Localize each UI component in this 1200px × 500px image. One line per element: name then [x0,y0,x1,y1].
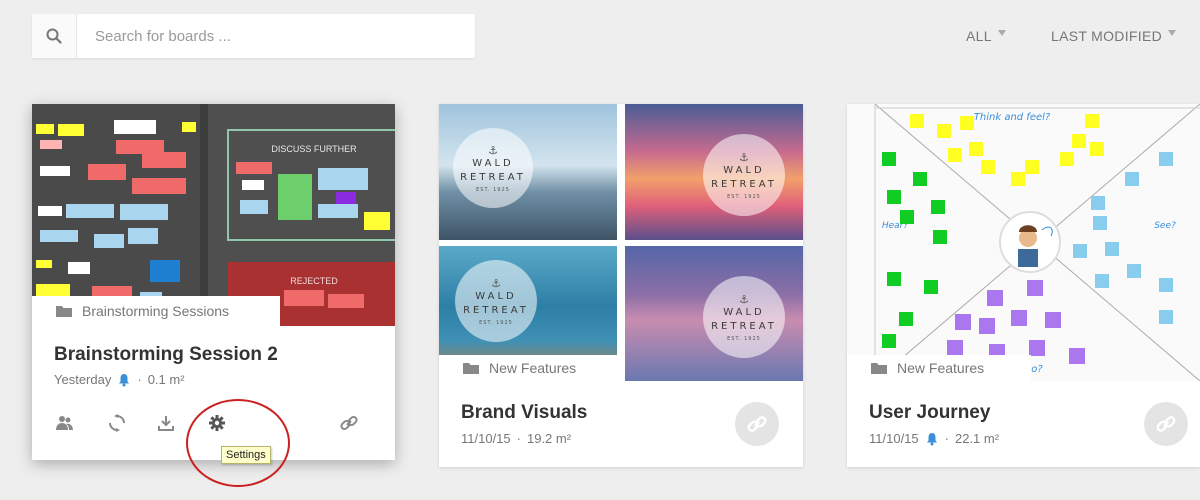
anchor-icon: ⚓ [739,150,749,164]
bell-icon[interactable] [117,373,131,387]
wald-retreat-badge: ⚓ WALD RETREAT EST. 1925 [455,260,537,342]
brainstorm-board-preview: DISCUSS FURTHER REJECTED [32,104,395,326]
search-input[interactable] [77,15,475,57]
link-icon [747,416,767,432]
gear-icon [209,415,225,431]
folder-icon [463,363,479,374]
download-icon [158,416,174,431]
folder-tag[interactable]: Brainstorming Sessions [32,296,280,326]
download-button[interactable] [153,410,179,436]
board-size: 22.1 m² [954,431,1000,446]
folder-icon [56,306,72,317]
badge-line-3: EST. 1925 [727,193,761,200]
badge-line-3: EST. 1925 [479,319,513,326]
board-thumbnail[interactable]: DISCUSS FURTHER REJECTED [32,104,395,326]
sync-button[interactable] [104,410,130,436]
folder-icon [871,363,887,374]
caret-down-icon [997,30,1006,36]
caret-down-icon [1168,30,1176,36]
link-icon [1156,416,1176,432]
board-card-user-journey[interactable]: Think and feel? See? Hear? Say and do? [847,104,1200,467]
badge-line-1: WALD [472,157,514,169]
separator-dot: · [137,372,142,387]
badge-line-2: RETREAT [460,171,526,183]
rejected-label: REJECTED [290,276,338,286]
link-icon [340,415,358,431]
wald-retreat-badge: ⚓ WALD RETREAT EST. 1925 [703,134,785,216]
badge-line-3: EST. 1925 [476,186,510,193]
thumbnail-tile: ⚓ WALD RETREAT EST. 1925 [625,104,803,240]
board-meta: 11/10/15 · 19.2 m² [461,431,571,446]
discuss-further-label: DISCUSS FURTHER [271,144,357,154]
search-icon[interactable] [32,14,77,58]
type-filter-dropdown[interactable]: ALL [966,28,1006,44]
see-label: See? [1154,221,1176,231]
link-button[interactable] [1144,402,1188,446]
anchor-icon: ⚓ [488,143,498,157]
wald-retreat-badge: ⚓ WALD RETREAT EST. 1925 [453,128,533,208]
think-feel-label: Think and feel? [974,112,1051,123]
folder-name: New Features [489,360,577,376]
bell-icon[interactable] [925,432,939,446]
modified-date: 11/10/15 [461,431,511,446]
folder-tag[interactable]: New Features [847,355,1031,381]
badge-line-1: WALD [723,306,765,318]
badge-line-2: RETREAT [463,304,529,316]
anchor-icon: ⚓ [739,292,749,306]
folder-tag[interactable]: New Features [439,355,623,381]
board-actions [32,410,395,436]
board-title[interactable]: Brainstorming Session 2 [54,344,278,366]
anchor-icon: ⚓ [491,276,501,290]
modified-date: 11/10/15 [869,431,919,446]
board-meta: Yesterday · 0.1 m² [54,372,185,387]
search-bar [32,14,475,58]
board-title[interactable]: Brand Visuals [461,402,587,424]
type-filter-label: ALL [966,28,992,44]
board-thumbnail[interactable]: ⚓ WALD RETREAT EST. 1925 ⚓ WALD RETREAT … [439,104,803,381]
badge-line-3: EST. 1925 [727,335,761,342]
sort-label: LAST MODIFIED [1051,28,1162,44]
link-button[interactable] [735,402,779,446]
modified-date: Yesterday [54,372,112,387]
separator-dot: · [944,431,949,446]
empathy-map-preview: Think and feel? See? Hear? Say and do? [847,104,1200,381]
wald-retreat-badge: ⚓ WALD RETREAT EST. 1925 [703,276,785,358]
board-size: 0.1 m² [147,372,185,387]
board-title[interactable]: User Journey [869,402,990,424]
board-meta: 11/10/15 · 22.1 m² [869,431,999,446]
badge-line-2: RETREAT [711,178,777,190]
folder-name: New Features [897,360,985,376]
board-thumbnail[interactable]: Think and feel? See? Hear? Say and do? [847,104,1200,381]
separator-dot: · [516,431,521,446]
sort-dropdown[interactable]: LAST MODIFIED [1051,28,1176,44]
badge-line-1: WALD [475,290,517,302]
share-users-button[interactable] [52,410,78,436]
badge-line-1: WALD [723,164,765,176]
users-icon [56,416,73,430]
settings-button[interactable] [204,410,230,436]
board-info: New Features Brand Visuals 11/10/15 · 19… [439,355,803,467]
badge-line-2: RETREAT [711,320,777,332]
board-size: 19.2 m² [526,431,572,446]
board-info: Brainstorming Sessions Brainstorming Ses… [32,296,395,460]
board-card-brand-visuals[interactable]: ⚓ WALD RETREAT EST. 1925 ⚓ WALD RETREAT … [439,104,803,467]
thumbnail-tile: ⚓ WALD RETREAT EST. 1925 [625,246,803,381]
link-button[interactable] [336,410,362,436]
folder-name: Brainstorming Sessions [82,303,230,319]
board-card-brainstorming-session-2[interactable]: DISCUSS FURTHER REJECTED Brainstorming S… [32,104,395,460]
sync-icon [109,414,125,432]
board-info: New Features User Journey 11/10/15 · 22.… [847,355,1200,467]
thumbnail-tile: ⚓ WALD RETREAT EST. 1925 [439,104,617,240]
settings-tooltip: Settings [221,446,271,464]
